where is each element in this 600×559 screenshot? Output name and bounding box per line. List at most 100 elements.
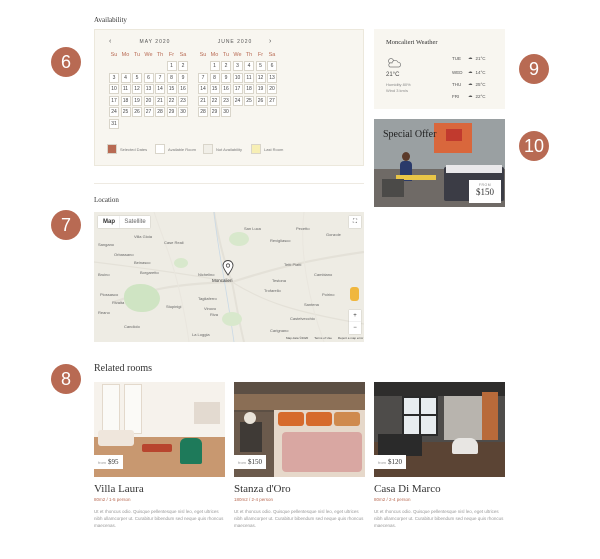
map-pin-icon[interactable] (222, 260, 234, 276)
calendar-day[interactable]: 5 (132, 72, 142, 83)
cloud-icon: ☁ (468, 69, 473, 74)
calendar-day[interactable]: 3 (232, 61, 243, 71)
calendar-day[interactable]: 23 (178, 95, 188, 106)
calendar-day[interactable]: 26 (255, 95, 266, 106)
cloud-icon: ☁ (468, 81, 473, 86)
calendar-day[interactable]: 7 (198, 72, 208, 83)
calendar-day[interactable]: 8 (166, 72, 177, 83)
calendar-day[interactable]: 6 (143, 72, 154, 83)
calendar-day[interactable]: 12 (132, 84, 142, 94)
street-view-pegman-icon[interactable] (350, 287, 359, 301)
map-report-link[interactable]: Report a map error (338, 336, 363, 340)
calendar-day[interactable]: 19 (132, 95, 142, 106)
calendar-day[interactable]: 15 (166, 84, 177, 94)
calendar-day[interactable]: 17 (109, 95, 119, 106)
calendar-day[interactable]: 6 (267, 61, 277, 71)
calendar-day[interactable]: 9 (221, 72, 231, 83)
calendar-day[interactable]: 13 (267, 72, 277, 83)
room-name[interactable]: Villa Laura (94, 483, 144, 495)
calendar-day[interactable]: 1 (166, 61, 177, 71)
calendar-day[interactable]: 11 (120, 84, 131, 94)
calendar-day[interactable]: 15 (209, 84, 220, 94)
calendar-day[interactable]: 24 (109, 107, 119, 117)
calendar-day[interactable]: 19 (255, 84, 266, 94)
calendar-day[interactable]: 3 (109, 72, 119, 83)
calendar-day[interactable]: 23 (221, 95, 231, 106)
legend-label: Not Availability (216, 147, 242, 152)
map-tab-button[interactable]: Map (98, 216, 120, 228)
zoom-in-button[interactable]: + (349, 310, 361, 322)
forecast-row: FRI ☁ 22°C (452, 93, 486, 99)
calendar-day[interactable]: 18 (120, 95, 131, 106)
calendar-day[interactable]: 29 (166, 107, 177, 117)
calendar-day[interactable]: 20 (267, 84, 277, 94)
calendar-day[interactable]: 24 (232, 95, 243, 106)
legend-swatch (251, 144, 261, 154)
calendar-day[interactable]: 4 (244, 61, 254, 71)
map-place-label: Case Reali (164, 240, 184, 245)
legend-swatch (155, 144, 165, 154)
calendar-day[interactable]: 12 (255, 72, 266, 83)
satellite-tab-button[interactable]: Satellite (120, 216, 150, 228)
calendar-day[interactable]: 28 (198, 107, 208, 117)
calendar-day[interactable]: 20 (143, 95, 154, 106)
calendar-empty (121, 61, 131, 71)
calendar-day[interactable]: 28 (155, 107, 165, 117)
calendar-day[interactable]: 7 (155, 72, 165, 83)
room-name[interactable]: Stanza d'Oro (234, 483, 291, 495)
calendar-day[interactable]: 21 (198, 95, 208, 106)
room-image-casa-di-marco[interactable]: from $120 (374, 382, 505, 477)
weekday-label: Mo (210, 52, 219, 58)
fullscreen-icon[interactable]: ⛶ (349, 216, 361, 228)
calendar-day[interactable]: 18 (244, 84, 254, 94)
room-name[interactable]: Casa Di Marco (374, 483, 441, 495)
calendar-day[interactable]: 11 (244, 72, 254, 83)
calendar-day[interactable]: 5 (255, 61, 266, 71)
calendar-day[interactable]: 4 (120, 72, 131, 83)
pillow (278, 412, 304, 426)
calendar-day[interactable]: 30 (221, 107, 231, 117)
calendar-day[interactable]: 8 (209, 72, 220, 83)
zoom-out-button[interactable]: − (349, 322, 361, 334)
calendar-empty (155, 119, 165, 129)
calendar-day[interactable]: 22 (166, 95, 177, 106)
calendar-day[interactable]: 14 (155, 84, 165, 94)
location-map[interactable]: Map Satellite ⛶ + − Moncalieri Map data … (94, 212, 364, 342)
partly-cloudy-icon (388, 58, 401, 68)
map-place-label: Sangano (98, 242, 115, 247)
forecast-day: WED (452, 69, 463, 75)
room-image-stanza-doro[interactable]: from $150 (234, 382, 365, 477)
room-description: Ut et rhoncus odio. Quisque pellentesque… (234, 509, 364, 529)
calendar-day[interactable]: 2 (221, 61, 231, 71)
room-image-villa-laura[interactable]: from $95 (94, 382, 225, 477)
map-terms-link[interactable]: Terms of Use (314, 336, 332, 340)
calendar-day[interactable]: 21 (155, 95, 165, 106)
calendar-day[interactable]: 16 (178, 84, 188, 94)
calendar-day[interactable]: 29 (209, 107, 220, 117)
calendar-day[interactable]: 9 (178, 72, 188, 83)
calendar-day[interactable]: 31 (109, 118, 119, 129)
calendar-day[interactable]: 10 (232, 72, 243, 83)
map-place-label: Reano (98, 310, 110, 315)
calendar-day[interactable]: 13 (143, 84, 154, 94)
calendar-day[interactable]: 26 (132, 107, 142, 117)
calendar-day[interactable]: 10 (109, 84, 119, 94)
calendar-day[interactable]: 27 (143, 107, 154, 117)
calendar-day[interactable]: 25 (244, 95, 254, 106)
calendar-day[interactable]: 17 (232, 84, 243, 94)
room-price: $150 (248, 458, 262, 466)
calendar-day[interactable]: 1 (209, 61, 220, 71)
map-place-label: Villa Gioia (134, 234, 152, 239)
special-offer-card[interactable]: Special Offer FROM $150 (374, 119, 505, 207)
calendar-day[interactable]: 27 (267, 95, 277, 106)
calendar-day[interactable]: 30 (178, 107, 188, 117)
humidity-text: Humidity 80% (386, 82, 411, 87)
calendar-day[interactable]: 14 (198, 84, 208, 94)
weekday-label: Sa (179, 52, 187, 58)
calendar-day[interactable]: 22 (209, 95, 220, 106)
calendar-day[interactable]: 25 (120, 107, 131, 117)
weekday-label: Su (199, 52, 207, 58)
calendar-day[interactable]: 16 (221, 84, 231, 94)
calendar-day[interactable]: 2 (178, 61, 188, 71)
price-from-label: from (378, 460, 386, 465)
